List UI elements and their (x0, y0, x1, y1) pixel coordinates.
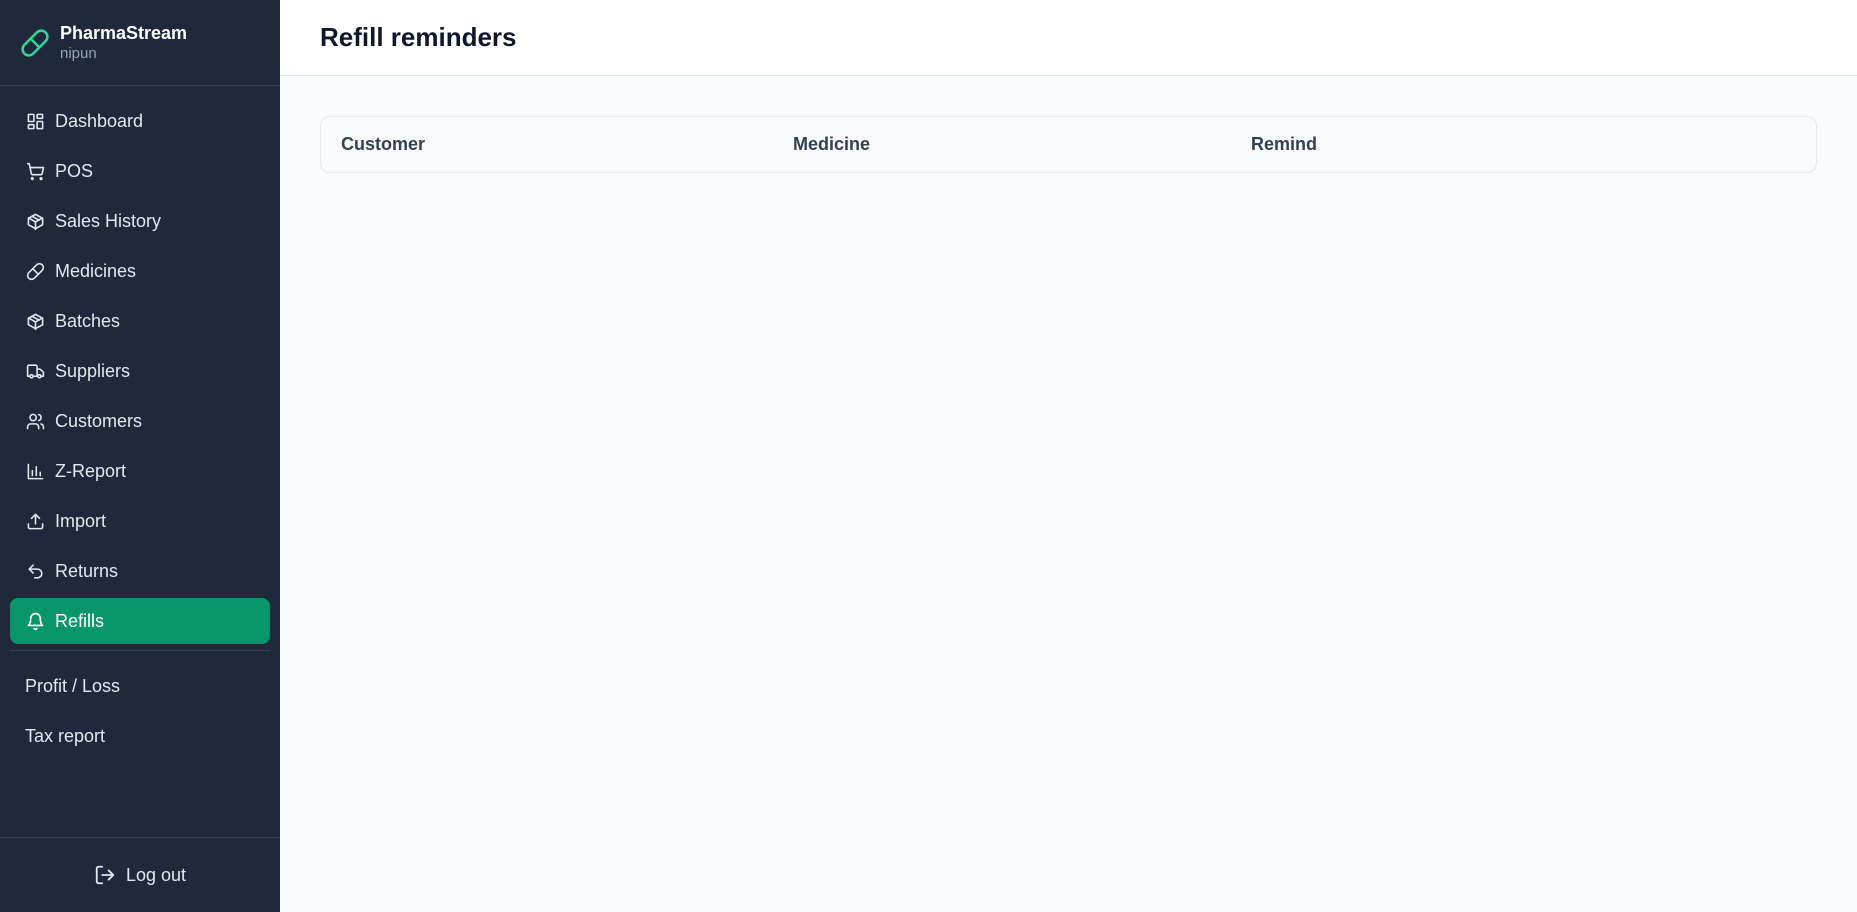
brand-name: PharmaStream (60, 22, 188, 43)
sidebar-item-label: Z-Report (55, 460, 127, 481)
topbar: Refill reminders (280, 0, 1857, 76)
sidebar-item-label: POS (55, 160, 94, 181)
sidebar-item-label: Sales History (55, 210, 162, 231)
dashboard-icon (25, 111, 45, 131)
logout-icon (94, 864, 116, 886)
sidebar-nav: Dashboard POS Sales History Medicines Ba… (0, 86, 280, 648)
brand: PharmaStream nipun (0, 0, 280, 86)
sidebar-item-returns[interactable]: Returns (10, 548, 270, 594)
sidebar-item-pos[interactable]: POS (10, 148, 270, 194)
sidebar-item-suppliers[interactable]: Suppliers (10, 348, 270, 394)
sidebar-item-dashboard[interactable]: Dashboard (10, 98, 270, 144)
truck-icon (25, 361, 45, 381)
sidebar-item-label: Refills (55, 610, 105, 631)
upload-icon (25, 511, 45, 531)
sidebar-item-label: Tax report (25, 725, 106, 746)
sidebar-item-profit-loss[interactable]: Profit / Loss (10, 663, 270, 709)
logout-area: Log out (0, 837, 280, 912)
package-icon (25, 211, 45, 231)
sidebar-item-sales-history[interactable]: Sales History (10, 198, 270, 244)
sidebar-item-refills[interactable]: Refills (10, 598, 270, 644)
refill-table: Customer Medicine Remind (320, 116, 1817, 173)
sidebar-item-customers[interactable]: Customers (10, 398, 270, 444)
sidebar-item-tax-report[interactable]: Tax report (10, 713, 270, 759)
app-root: PharmaStream nipun Dashboard POS Sales H… (0, 0, 1857, 912)
logout-label: Log out (125, 864, 187, 885)
pill-logo-icon (20, 28, 50, 58)
content: Customer Medicine Remind (280, 76, 1857, 213)
main-area: Refill reminders Customer Medicine Remin… (280, 0, 1857, 912)
sidebar-item-label: Customers (55, 410, 143, 431)
sidebar-item-label: Profit / Loss (25, 675, 121, 696)
logout-button[interactable]: Log out (94, 864, 186, 886)
sidebar-item-label: Batches (55, 310, 121, 331)
sidebar-item-batches[interactable]: Batches (10, 298, 270, 344)
package-icon (25, 311, 45, 331)
brand-text: PharmaStream nipun (60, 22, 187, 64)
sidebar-item-label: Dashboard (55, 110, 144, 131)
users-icon (25, 411, 45, 431)
pill-icon (25, 261, 45, 281)
sidebar-item-label: Suppliers (55, 360, 131, 381)
page-title: Refill reminders (320, 22, 517, 52)
sidebar-item-label: Medicines (55, 260, 137, 281)
bar-chart-icon (25, 461, 45, 481)
undo-icon (25, 561, 45, 581)
brand-user: nipun (60, 44, 97, 62)
sidebar-item-z-report[interactable]: Z-Report (10, 448, 270, 494)
sidebar-secondary-nav: Profit / Loss Tax report (0, 651, 280, 763)
sidebar-item-label: Import (55, 510, 107, 531)
sidebar-item-medicines[interactable]: Medicines (10, 248, 270, 294)
sidebar-item-import[interactable]: Import (10, 498, 270, 544)
column-header-medicine[interactable]: Medicine (793, 134, 1251, 155)
column-header-customer[interactable]: Customer (341, 134, 793, 155)
bell-icon (25, 611, 45, 631)
column-header-remind[interactable]: Remind (1251, 134, 1317, 155)
sidebar: PharmaStream nipun Dashboard POS Sales H… (0, 0, 280, 912)
sidebar-item-label: Returns (55, 560, 119, 581)
cart-icon (25, 161, 45, 181)
